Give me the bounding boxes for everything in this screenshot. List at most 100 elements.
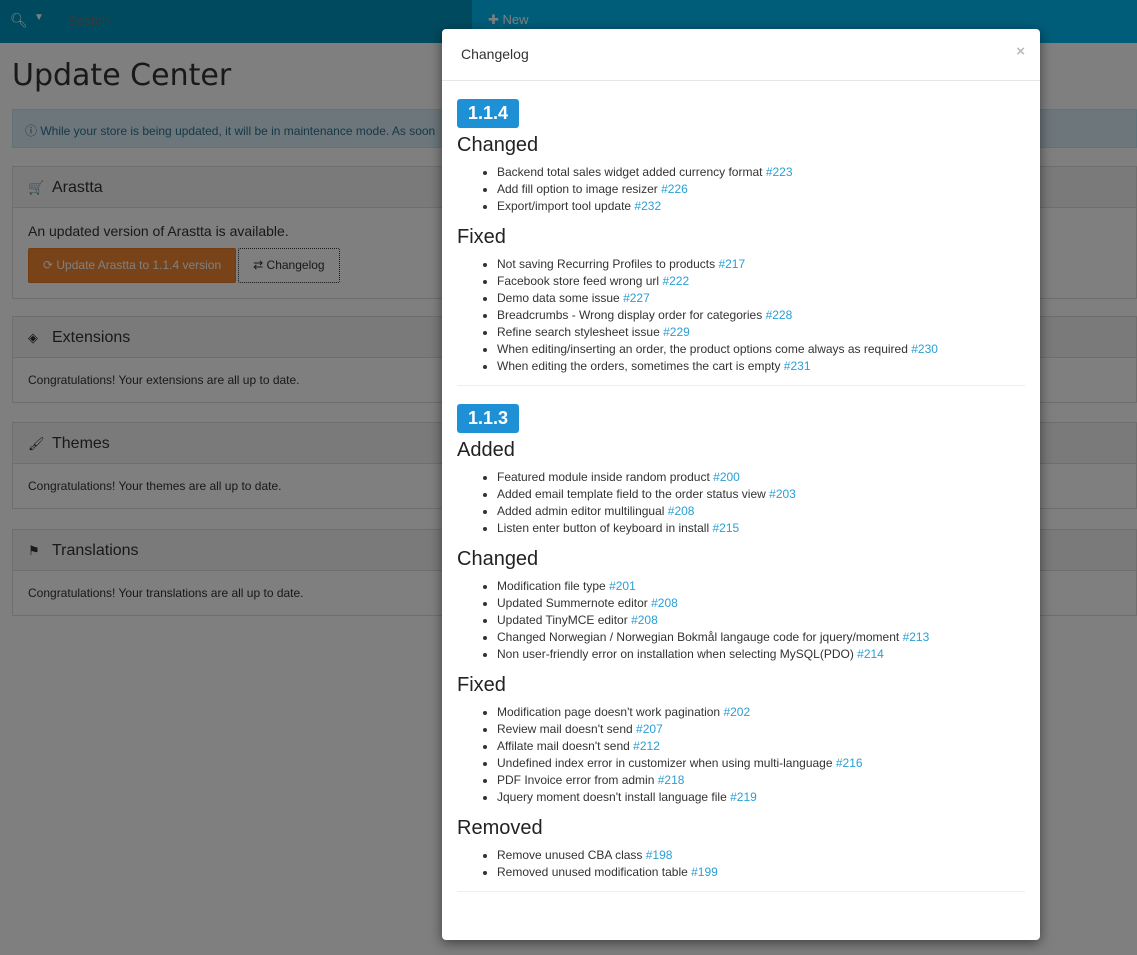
list-item: Jquery moment doesn't install language f… bbox=[497, 789, 1025, 806]
item-text: Changed Norwegian / Norwegian Bokmål lan… bbox=[497, 630, 900, 644]
section-heading: Changed bbox=[457, 548, 539, 570]
section-heading: Changed bbox=[457, 134, 539, 156]
list-item: Affilate mail doesn't send #212 bbox=[497, 738, 1025, 755]
change-list: Modification page doesn't work paginatio… bbox=[457, 704, 1025, 806]
list-item: Modification page doesn't work paginatio… bbox=[497, 704, 1025, 721]
issue-link[interactable]: #212 bbox=[633, 739, 660, 753]
list-item: Modification file type #201 bbox=[497, 578, 1025, 595]
issue-link[interactable]: #219 bbox=[730, 790, 757, 804]
list-item: Not saving Recurring Profiles to product… bbox=[497, 256, 1025, 273]
item-text: Undefined index error in customizer when… bbox=[497, 756, 833, 770]
issue-link[interactable]: #202 bbox=[723, 705, 750, 719]
issue-link[interactable]: #198 bbox=[646, 848, 673, 862]
list-item: Undefined index error in customizer when… bbox=[497, 755, 1025, 772]
list-item: Added email template field to the order … bbox=[497, 486, 1025, 503]
version-badge: 1.1.3 bbox=[457, 404, 520, 433]
list-item: PDF Invoice error from admin #218 bbox=[497, 772, 1025, 789]
version-block: 1.1.4 Changed Backend total sales widget a… bbox=[457, 99, 1025, 386]
issue-link[interactable]: #230 bbox=[911, 342, 938, 356]
item-text: Breadcrumbs - Wrong display order for ca… bbox=[497, 308, 763, 322]
list-item: Add fill option to image resizer #226 bbox=[497, 181, 1025, 198]
list-item: Non user-friendly error on installation … bbox=[497, 646, 1025, 663]
list-item: Updated Summernote editor #208 bbox=[497, 595, 1025, 612]
change-list: Featured module inside random product #2… bbox=[457, 469, 1025, 537]
list-item: Remove unused CBA class #198 bbox=[497, 847, 1025, 864]
divider bbox=[457, 891, 1025, 892]
issue-link[interactable]: #215 bbox=[712, 521, 739, 535]
issue-link[interactable]: #203 bbox=[769, 487, 796, 501]
list-item: Backend total sales widget added currenc… bbox=[497, 164, 1025, 181]
modal-body: 1.1.4 Changed Backend total sales widget a… bbox=[442, 81, 1040, 892]
close-icon[interactable]: × bbox=[1016, 43, 1025, 60]
list-item: Featured module inside random product #2… bbox=[497, 469, 1025, 486]
issue-link[interactable]: #222 bbox=[662, 274, 689, 288]
item-text: Refine search stylesheet issue bbox=[497, 325, 660, 339]
issue-link[interactable]: #228 bbox=[766, 308, 793, 322]
item-text: Remove unused CBA class bbox=[497, 848, 643, 862]
issue-link[interactable]: #201 bbox=[609, 579, 636, 593]
item-text: Updated Summernote editor bbox=[497, 596, 648, 610]
change-list: Modification file type #201Updated Summe… bbox=[457, 578, 1025, 663]
list-item: Refine search stylesheet issue #229 bbox=[497, 324, 1025, 341]
issue-link[interactable]: #208 bbox=[651, 596, 678, 610]
divider bbox=[457, 385, 1025, 386]
item-text: Listen enter button of keyboard in insta… bbox=[497, 521, 710, 535]
list-item: Changed Norwegian / Norwegian Bokmål lan… bbox=[497, 629, 1025, 646]
list-item: Review mail doesn't send #207 bbox=[497, 721, 1025, 738]
item-text: Export/import tool update bbox=[497, 199, 632, 213]
item-text: Affilate mail doesn't send bbox=[497, 739, 630, 753]
item-text: Added email template field to the order … bbox=[497, 487, 766, 501]
modal-title: Changelog bbox=[461, 46, 529, 62]
section-heading: Added bbox=[457, 439, 515, 461]
item-text: Backend total sales widget added currenc… bbox=[497, 165, 763, 179]
list-item: Facebook store feed wrong url #222 bbox=[497, 273, 1025, 290]
issue-link[interactable]: #208 bbox=[668, 504, 695, 518]
list-item: Removed unused modification table #199 bbox=[497, 864, 1025, 881]
item-text: Non user-friendly error on installation … bbox=[497, 647, 854, 661]
version-block: 1.1.3 Added Featured module inside random … bbox=[457, 404, 1025, 892]
item-text: Add fill option to image resizer bbox=[497, 182, 658, 196]
list-item: When editing the orders, sometimes the c… bbox=[497, 358, 1025, 375]
item-text: Removed unused modification table bbox=[497, 865, 688, 879]
item-text: Added admin editor multilingual bbox=[497, 504, 665, 518]
issue-link[interactable]: #199 bbox=[691, 865, 718, 879]
issue-link[interactable]: #207 bbox=[636, 722, 663, 736]
issue-link[interactable]: #232 bbox=[634, 199, 661, 213]
section-heading: Fixed bbox=[457, 226, 506, 248]
item-text: Review mail doesn't send bbox=[497, 722, 633, 736]
issue-link[interactable]: #213 bbox=[903, 630, 930, 644]
item-text: Modification file type bbox=[497, 579, 606, 593]
item-text: PDF Invoice error from admin bbox=[497, 773, 655, 787]
issue-link[interactable]: #223 bbox=[766, 165, 793, 179]
item-text: Facebook store feed wrong url bbox=[497, 274, 660, 288]
changelog-modal: Changelog × 1.1.4 Changed Backend total sa… bbox=[442, 29, 1040, 940]
list-item: Added admin editor multilingual #208 bbox=[497, 503, 1025, 520]
issue-link[interactable]: #217 bbox=[718, 257, 745, 271]
change-list: Remove unused CBA class #198Removed unus… bbox=[457, 847, 1025, 881]
issue-link[interactable]: #229 bbox=[663, 325, 690, 339]
list-item: Listen enter button of keyboard in insta… bbox=[497, 520, 1025, 537]
issue-link[interactable]: #226 bbox=[661, 182, 688, 196]
issue-link[interactable]: #231 bbox=[784, 359, 811, 373]
issue-link[interactable]: #214 bbox=[857, 647, 884, 661]
item-text: Demo data some issue bbox=[497, 291, 620, 305]
version-badge: 1.1.4 bbox=[457, 99, 520, 128]
list-item: Breadcrumbs - Wrong display order for ca… bbox=[497, 307, 1025, 324]
list-item: Export/import tool update #232 bbox=[497, 198, 1025, 215]
change-list: Backend total sales widget added currenc… bbox=[457, 164, 1025, 215]
item-text: When editing the orders, sometimes the c… bbox=[497, 359, 781, 373]
issue-link[interactable]: #208 bbox=[631, 613, 658, 627]
list-item: When editing/inserting an order, the pro… bbox=[497, 341, 1025, 358]
item-text: Jquery moment doesn't install language f… bbox=[497, 790, 727, 804]
issue-link[interactable]: #218 bbox=[658, 773, 685, 787]
issue-link[interactable]: #216 bbox=[836, 756, 863, 770]
list-item: Demo data some issue #227 bbox=[497, 290, 1025, 307]
item-text: Featured module inside random product bbox=[497, 470, 710, 484]
issue-link[interactable]: #227 bbox=[623, 291, 650, 305]
item-text: Updated TinyMCE editor bbox=[497, 613, 628, 627]
modal-header: Changelog × bbox=[442, 29, 1040, 81]
issue-link[interactable]: #200 bbox=[713, 470, 740, 484]
section-heading: Fixed bbox=[457, 674, 506, 696]
item-text: Modification page doesn't work paginatio… bbox=[497, 705, 721, 719]
item-text: When editing/inserting an order, the pro… bbox=[497, 342, 908, 356]
